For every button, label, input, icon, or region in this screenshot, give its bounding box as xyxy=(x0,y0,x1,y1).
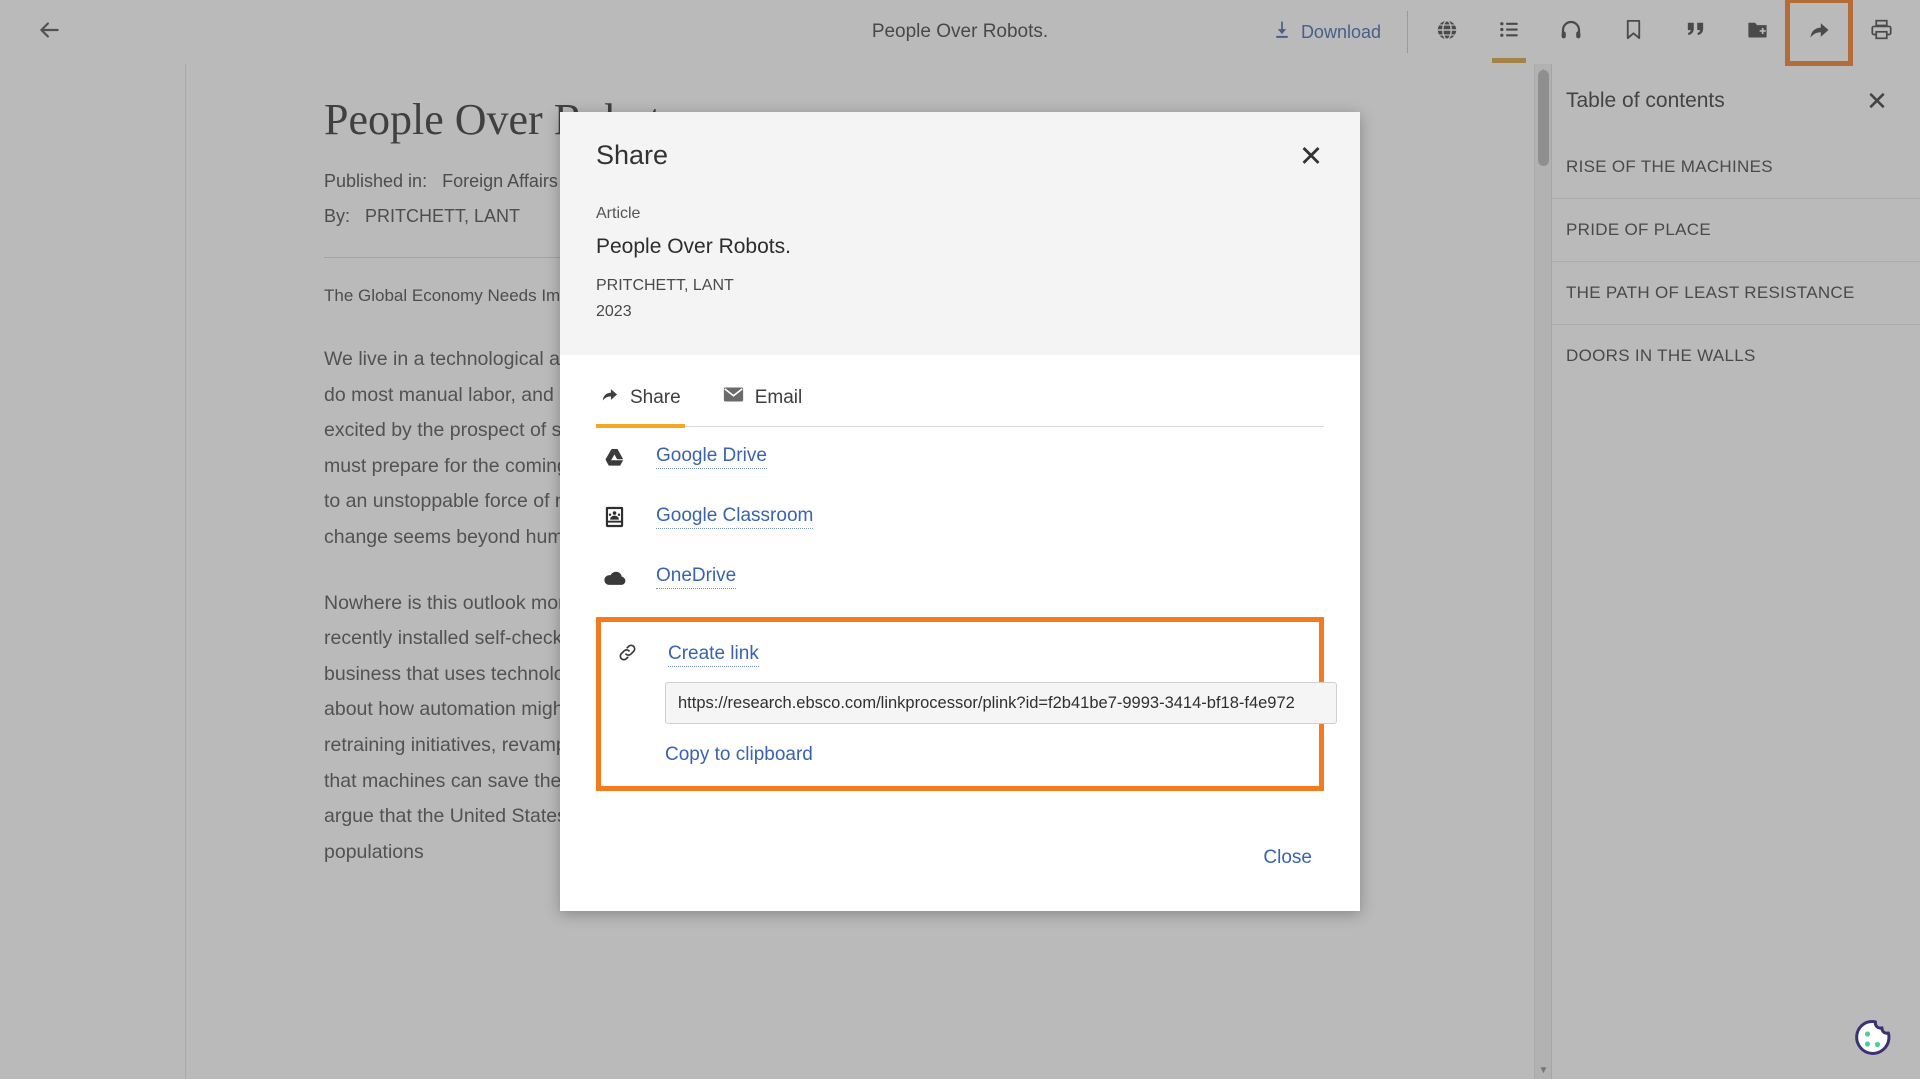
cookie-consent-icon xyxy=(1850,1020,1894,1065)
resource-title: People Over Robots. xyxy=(596,235,791,258)
google-drive-icon xyxy=(602,448,626,467)
resource-year: 2023 xyxy=(596,303,632,320)
google-classroom-link[interactable]: Google Classroom xyxy=(656,505,814,529)
tab-email[interactable]: Email xyxy=(719,381,807,426)
application-window: People Over Robots. Download People Over… xyxy=(0,0,1920,1079)
google-drive-link[interactable]: Google Drive xyxy=(656,445,767,469)
share-dialog-tabs: Share Email xyxy=(596,381,1324,428)
share-dialog: Share ✕ Article People Over Robots. PRIT… xyxy=(560,112,1360,911)
onedrive-link[interactable]: OneDrive xyxy=(656,565,737,589)
envelope-icon xyxy=(723,385,744,410)
resource-author: PRITCHETT, LANT xyxy=(596,277,734,294)
tab-share[interactable]: Share xyxy=(596,381,685,428)
google-classroom-icon xyxy=(602,506,626,528)
share-dialog-footer: Close xyxy=(560,819,1360,911)
create-link-row[interactable]: Create link xyxy=(611,638,1297,682)
onedrive-cloud-icon xyxy=(602,569,626,586)
close-icon[interactable]: ✕ xyxy=(1294,140,1328,174)
chain-link-icon xyxy=(617,642,638,668)
share-dialog-title: Share xyxy=(596,140,669,170)
share-target-google-drive[interactable]: Google Drive xyxy=(596,427,1324,487)
copy-to-clipboard-button[interactable]: Copy to clipboard xyxy=(665,744,813,766)
share-link-input[interactable]: https://research.ebsco.com/linkprocessor… xyxy=(665,682,1337,724)
tab-share-label: Share xyxy=(630,386,681,408)
share-target-onedrive[interactable]: OneDrive xyxy=(596,547,1324,607)
close-dialog-button[interactable]: Close xyxy=(1255,841,1320,875)
share-arrow-icon xyxy=(600,385,619,410)
tab-email-label: Email xyxy=(754,386,803,408)
share-dialog-body: Share Email Google Drive Google Classroo… xyxy=(560,355,1360,819)
resource-kind: Article xyxy=(596,205,641,222)
create-link-section: Create link https://research.ebsco.com/l… xyxy=(596,617,1337,791)
cookie-consent-button[interactable] xyxy=(1850,1017,1894,1061)
share-target-google-classroom[interactable]: Google Classroom xyxy=(596,487,1324,547)
share-dialog-header: Share ✕ Article People Over Robots. PRIT… xyxy=(560,112,1360,355)
create-link-button[interactable]: Create link xyxy=(668,643,759,667)
